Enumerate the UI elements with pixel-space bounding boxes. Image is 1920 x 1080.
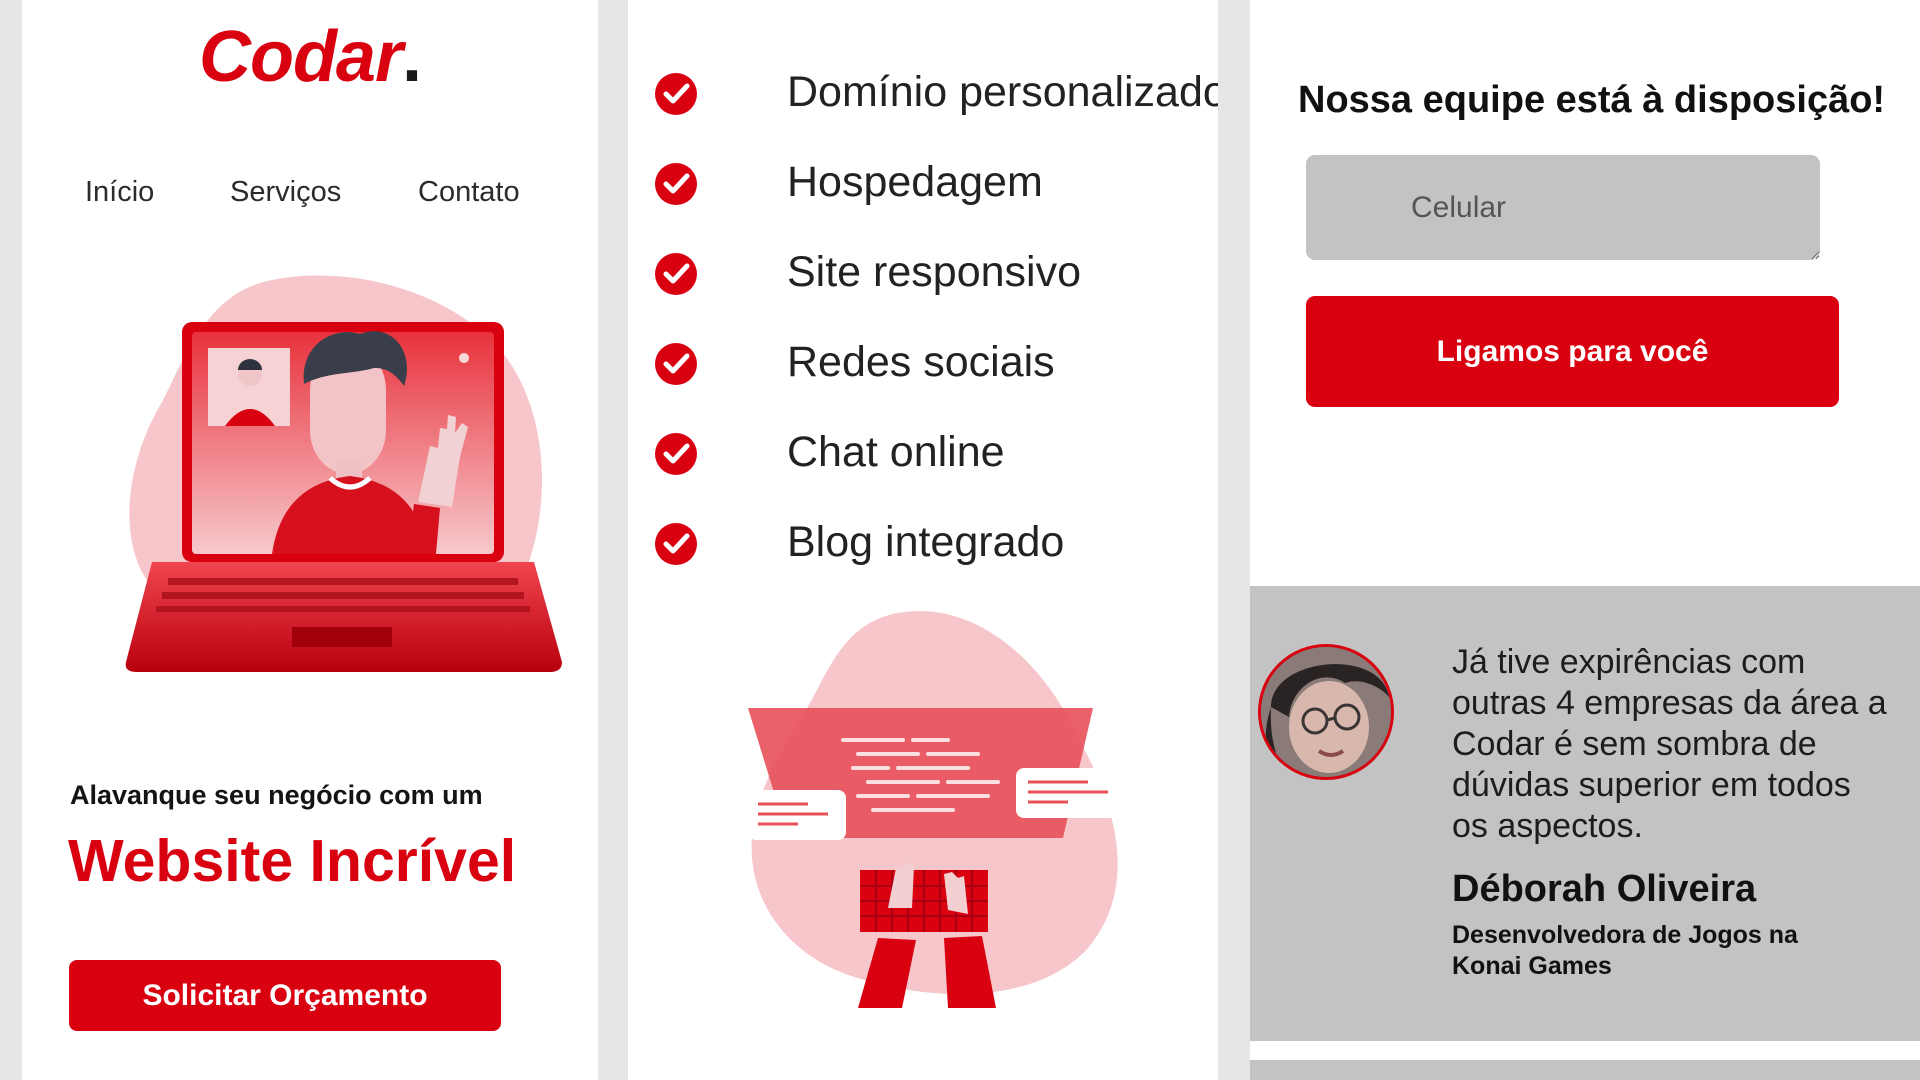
next-section-strip xyxy=(1250,1060,1920,1080)
testimonial-card: Já tive expirências com outras 4 empresa… xyxy=(1250,586,1920,1041)
phone-input[interactable] xyxy=(1306,155,1820,260)
features-panel: Domínio personalizado Hospedagem Site re… xyxy=(628,0,1218,1080)
testimonial-author: Déborah Oliveira xyxy=(1452,868,1757,910)
main-nav: Início Serviços Contato xyxy=(22,176,598,216)
check-circle-icon xyxy=(655,523,697,565)
check-circle-icon xyxy=(655,73,697,115)
testimonial-author-role: Desenvolvedora de Jogos na Konai Games xyxy=(1452,921,1798,980)
laptop-video-call-illustration xyxy=(125,275,562,672)
check-circle-icon xyxy=(655,253,697,295)
feature-label: Blog integrado xyxy=(787,518,1065,566)
call-me-button[interactable]: Ligamos para você xyxy=(1306,296,1839,407)
nav-link-contato[interactable]: Contato xyxy=(418,176,520,209)
testimonial-quote: Já tive expirências com outras 4 empresa… xyxy=(1452,643,1887,845)
hero-tagline: Alavanque seu negócio com um xyxy=(70,780,483,810)
nav-link-inicio[interactable]: Início xyxy=(85,176,154,209)
developer-coding-illustration xyxy=(748,610,1122,1008)
feature-label: Site responsivo xyxy=(787,248,1081,296)
avatar xyxy=(1258,644,1394,780)
feature-label: Domínio personalizado xyxy=(787,68,1218,116)
feature-label: Hospedagem xyxy=(787,158,1043,206)
check-circle-icon xyxy=(655,433,697,475)
brand-dot: . xyxy=(402,17,422,97)
brand-name: Codar xyxy=(198,17,403,97)
hero-panel: Codar. Início Serviços Contato Alavanque… xyxy=(22,0,598,1080)
contact-panel: Nossa equipe está à disposição! Ligamos … xyxy=(1250,0,1920,1080)
check-circle-icon xyxy=(655,343,697,385)
brand-logo[interactable]: Codar. xyxy=(22,16,598,98)
request-quote-button[interactable]: Solicitar Orçamento xyxy=(69,960,501,1031)
contact-title: Nossa equipe está à disposição! xyxy=(1298,79,1886,121)
feature-label: Redes sociais xyxy=(787,338,1055,386)
feature-label: Chat online xyxy=(787,428,1005,476)
hero-headline: Website Incrível xyxy=(68,828,517,894)
nav-link-servicos[interactable]: Serviços xyxy=(230,176,341,209)
check-circle-icon xyxy=(655,163,697,205)
